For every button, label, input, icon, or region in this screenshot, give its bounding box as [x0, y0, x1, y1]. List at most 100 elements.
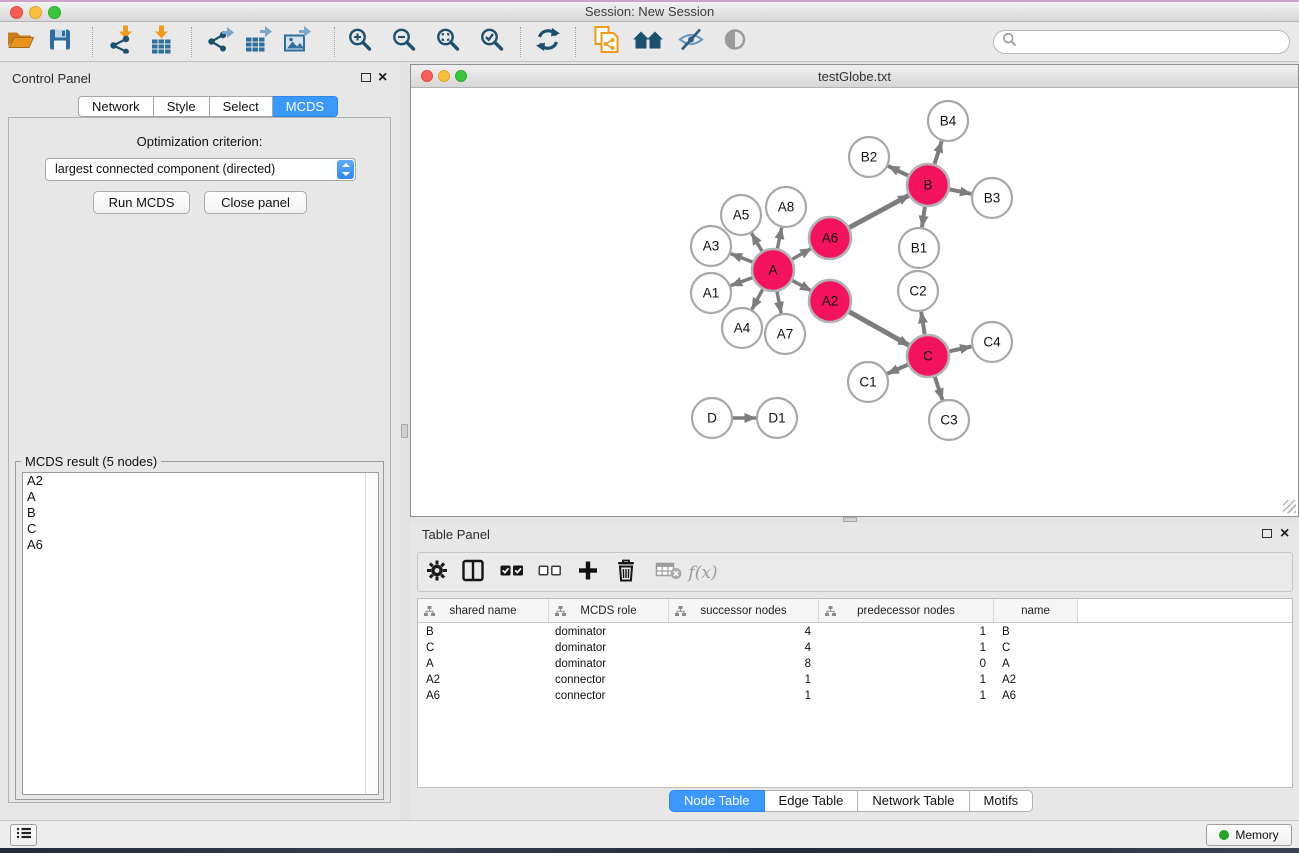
column-header-predecessor-nodes[interactable]: predecessor nodes — [819, 599, 994, 622]
edge-A-A5[interactable] — [752, 233, 763, 253]
tab-mcds[interactable]: MCDS — [273, 96, 338, 117]
tab-select[interactable]: Select — [210, 96, 273, 117]
mcds-result-item[interactable]: A2 — [23, 473, 378, 489]
edge-A-A2[interactable] — [791, 280, 812, 291]
add-column-button[interactable] — [578, 561, 598, 586]
close-window-button[interactable] — [10, 6, 23, 19]
mcds-result-item[interactable]: A6 — [23, 537, 378, 553]
column-header-successor-nodes[interactable]: successor nodes — [669, 599, 819, 622]
zoom-in-button[interactable] — [347, 27, 373, 58]
cell-successor_nodes[interactable]: 4 — [669, 626, 819, 642]
home-layout-button[interactable] — [632, 28, 664, 57]
column-header-name[interactable]: name — [994, 599, 1078, 622]
network-close-button[interactable] — [421, 70, 433, 82]
edge-A-A8[interactable] — [777, 228, 782, 251]
close-panel-button[interactable]: Close panel — [204, 191, 307, 214]
criterion-dropdown[interactable]: largest connected component (directed) — [45, 158, 356, 181]
table-row[interactable]: Cdominator41C — [418, 642, 1292, 658]
mcds-list-scrollbar[interactable] — [365, 473, 378, 794]
cell-name[interactable]: A — [994, 658, 1078, 674]
zoom-out-button[interactable] — [391, 27, 417, 58]
task-history-button[interactable] — [10, 824, 37, 846]
panel-layout-button[interactable] — [462, 559, 485, 587]
import-table-button[interactable] — [147, 26, 175, 59]
edge-A-A7[interactable] — [777, 290, 781, 314]
export-image-button[interactable] — [282, 26, 312, 59]
control-panel-close-button[interactable]: × — [378, 72, 387, 84]
tab-network[interactable]: Network — [78, 96, 154, 117]
edge-C-C3[interactable] — [934, 375, 942, 400]
edge-A-A4[interactable] — [752, 288, 764, 310]
toolbar-search[interactable] — [993, 30, 1290, 54]
cell-shared_name[interactable]: C — [418, 642, 549, 658]
delete-column-button[interactable] — [616, 559, 636, 588]
node-table[interactable]: shared nameMCDS rolesuccessor nodesprede… — [417, 598, 1293, 788]
table-settings-button[interactable] — [426, 560, 448, 587]
function-builder-button[interactable]: f(x) — [688, 563, 717, 583]
tab-edge-table[interactable]: Edge Table — [765, 790, 859, 812]
column-header-shared-name[interactable]: shared name — [418, 599, 549, 622]
resize-grip[interactable] — [1283, 500, 1296, 513]
table-row[interactable]: A6connector11A6 — [418, 690, 1292, 706]
edge-C-C2[interactable] — [921, 312, 925, 336]
cell-predecessor_nodes[interactable]: 1 — [819, 626, 994, 642]
deselect-all-button[interactable] — [539, 560, 562, 587]
edge-C-C4[interactable] — [948, 346, 972, 351]
export-table-button[interactable] — [243, 26, 273, 59]
minimize-window-button[interactable] — [29, 6, 42, 19]
show-details-button[interactable] — [722, 27, 748, 58]
cell-predecessor_nodes[interactable]: 1 — [819, 690, 994, 706]
control-panel-float-button[interactable] — [361, 73, 371, 82]
edge-B-B3[interactable] — [948, 189, 972, 194]
open-session-button[interactable] — [6, 28, 36, 57]
mcds-result-item[interactable]: C — [23, 521, 378, 537]
network-canvas[interactable]: A5A8A3AA1A4A7A6A2B2B4BB3B1C2C4CC1C3DD1 — [411, 88, 1298, 515]
table-row[interactable]: A2connector11A2 — [418, 674, 1292, 690]
column-header-MCDS-role[interactable]: MCDS role — [549, 599, 669, 622]
edge-A-A3[interactable] — [731, 254, 755, 263]
table-panel-close-button[interactable]: × — [1280, 528, 1289, 540]
network-maximize-button[interactable] — [455, 70, 467, 82]
network-minimize-button[interactable] — [438, 70, 450, 82]
cell-shared_name[interactable]: A2 — [418, 674, 549, 690]
select-all-button[interactable] — [501, 560, 524, 587]
tab-motifs[interactable]: Motifs — [970, 790, 1034, 812]
cell-mcds_role[interactable]: connector — [549, 674, 669, 690]
vertical-splitter[interactable] — [400, 62, 410, 820]
vertical-splitter-handle[interactable] — [401, 424, 408, 438]
table-row[interactable]: Bdominator41B — [418, 626, 1292, 642]
cell-name[interactable]: C — [994, 642, 1078, 658]
mcds-result-item[interactable]: A — [23, 489, 378, 505]
cell-name[interactable]: A2 — [994, 674, 1078, 690]
edge-B-B4[interactable] — [934, 141, 942, 166]
hide-details-button[interactable] — [677, 27, 705, 58]
cell-mcds_role[interactable]: dominator — [549, 642, 669, 658]
cell-successor_nodes[interactable]: 1 — [669, 690, 819, 706]
edge-A-A6[interactable] — [790, 248, 811, 260]
mcds-result-list[interactable]: A2ABCA6 — [22, 472, 379, 795]
delete-table-button[interactable] — [656, 561, 683, 586]
cell-predecessor_nodes[interactable]: 1 — [819, 642, 994, 658]
table-panel-float-button[interactable] — [1262, 529, 1272, 538]
cell-successor_nodes[interactable]: 4 — [669, 642, 819, 658]
refresh-layout-button[interactable] — [535, 26, 562, 58]
edge-A6-B[interactable] — [848, 195, 910, 228]
save-session-button[interactable] — [47, 27, 73, 58]
tab-style[interactable]: Style — [154, 96, 210, 117]
edge-A-A1[interactable] — [731, 277, 755, 286]
export-network-button[interactable] — [206, 26, 234, 59]
maximize-window-button[interactable] — [48, 6, 61, 19]
cell-name[interactable]: A6 — [994, 690, 1078, 706]
network-window-titlebar[interactable]: testGlobe.txt — [411, 65, 1298, 88]
network-from-selection-button[interactable] — [593, 25, 620, 59]
edge-C-C1[interactable] — [887, 364, 909, 374]
cell-mcds_role[interactable]: connector — [549, 690, 669, 706]
run-mcds-button[interactable]: Run MCDS — [93, 191, 190, 214]
zoom-selected-button[interactable] — [479, 27, 505, 58]
cell-predecessor_nodes[interactable]: 0 — [819, 658, 994, 674]
cell-shared_name[interactable]: A — [418, 658, 549, 674]
cell-successor_nodes[interactable]: 8 — [669, 658, 819, 674]
cell-predecessor_nodes[interactable]: 1 — [819, 674, 994, 690]
import-network-button[interactable] — [108, 26, 136, 59]
table-row[interactable]: Adominator80A — [418, 658, 1292, 674]
